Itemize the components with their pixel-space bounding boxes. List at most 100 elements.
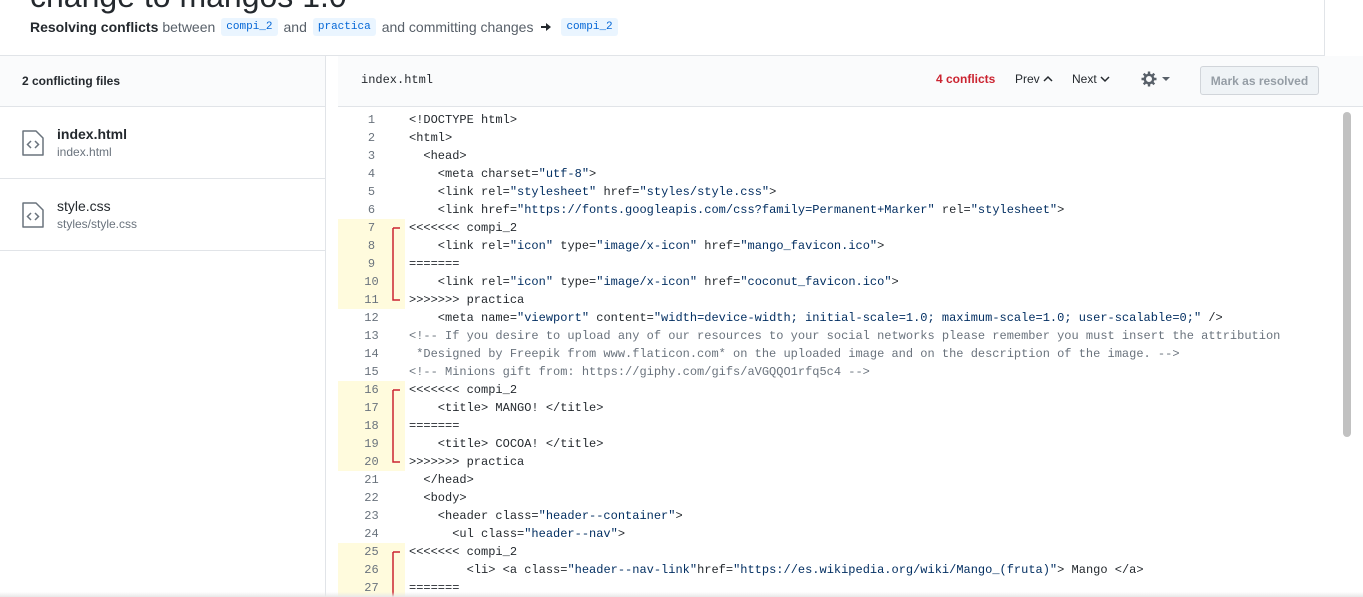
conflict-marker-icon xyxy=(392,255,394,273)
next-conflict-button[interactable]: Next xyxy=(1072,72,1110,86)
file-item-style-css[interactable]: style.css styles/style.css xyxy=(0,179,325,251)
branch-label-head[interactable]: compi_2 xyxy=(221,18,278,36)
code-text: >>>>>>> practica xyxy=(409,455,525,469)
code-line[interactable]: 1 <!DOCTYPE html> xyxy=(338,111,1338,129)
line-number: 14 xyxy=(364,347,379,361)
file-name: style.css xyxy=(57,197,111,214)
page-title: change to mangos 1.0 xyxy=(30,0,347,15)
conflict-marker-icon xyxy=(392,237,394,255)
code-line[interactable]: 3 <head> xyxy=(338,147,1338,165)
conflict-code-line[interactable]: 9 ======= xyxy=(338,255,1338,273)
file-item-index-html[interactable]: index.html index.html xyxy=(0,107,325,179)
mark-as-resolved-button[interactable]: Mark as resolved xyxy=(1200,66,1319,95)
conflict-code-line[interactable]: 20 >>>>>>> practica xyxy=(338,453,1338,471)
code-text: *Designed by Freepik from www.flaticon.c… xyxy=(409,347,1180,361)
line-number: 13 xyxy=(364,329,379,343)
code-text: <html> xyxy=(409,131,453,145)
code-line[interactable]: 23 <header class="header--container"> xyxy=(338,507,1338,525)
code-text: <link rel="icon" type="image/x-icon" hre… xyxy=(409,239,885,253)
code-text: <!-- If you desire to upload any of our … xyxy=(409,329,1281,343)
code-text: >>>>>>> practica xyxy=(409,293,525,307)
conflict-code-line[interactable]: 10 <link rel="icon" type="image/x-icon" … xyxy=(338,273,1338,291)
code-text: <link rel="stylesheet" href="styles/styl… xyxy=(409,185,777,199)
conflict-code-line[interactable]: 26 <li> <a class="header--nav-link"href=… xyxy=(338,561,1338,579)
code-line[interactable]: 24 <ul class="header--nav"> xyxy=(338,525,1338,543)
code-file-icon xyxy=(22,129,44,156)
file-name: index.html xyxy=(57,125,128,142)
line-number: 5 xyxy=(367,185,376,199)
line-number: 24 xyxy=(364,527,379,541)
code-line[interactable]: 4 <meta charset="utf-8"> xyxy=(338,165,1338,183)
line-number: 12 xyxy=(364,311,379,325)
code-text: <<<<<<< compi_2 xyxy=(409,545,518,559)
line-number: 21 xyxy=(364,473,379,487)
conflict-marker-icon xyxy=(392,551,400,561)
header-divider-vertical xyxy=(1324,0,1325,56)
code-text: <!DOCTYPE html> xyxy=(409,113,518,127)
conflict-code-line[interactable]: 25 <<<<<<< compi_2 xyxy=(338,543,1338,561)
editor-filename: index.html xyxy=(361,73,434,87)
conflict-code-line[interactable]: 8 <link rel="icon" type="image/x-icon" h… xyxy=(338,237,1338,255)
line-number: 1 xyxy=(367,113,376,127)
code-text: <title> COCOA! </title> xyxy=(409,437,604,451)
code-text: <link href="https://fonts.googleapis.com… xyxy=(409,203,1065,217)
line-number: 22 xyxy=(364,491,379,505)
code-text: <head> xyxy=(409,149,467,163)
branch-label-base[interactable]: practica xyxy=(312,18,376,36)
bottom-edge xyxy=(0,592,1363,597)
code-text: ======= xyxy=(409,419,460,433)
code-line[interactable]: 14 *Designed by Freepik from www.flatico… xyxy=(338,345,1338,363)
conflict-subheading: Resolving conflicts between compi_2 and … xyxy=(30,16,624,38)
line-number: 23 xyxy=(364,509,379,523)
conflict-marker-icon xyxy=(392,399,394,417)
code-text: <li> <a class="header--nav-link"href="ht… xyxy=(409,563,1144,577)
conflict-code-line[interactable]: 19 <title> COCOA! </title> xyxy=(338,435,1338,453)
code-line[interactable]: 2 <html> xyxy=(338,129,1338,147)
conflict-marker-icon xyxy=(392,273,394,291)
conflict-marker-icon xyxy=(392,227,400,237)
code-view[interactable]: 1 <!DOCTYPE html> 2 <html> 3 <head> 4 <meta c… xyxy=(338,108,1363,597)
prev-label: Prev xyxy=(1015,72,1040,86)
subhead-bold: Resolving conflicts xyxy=(30,19,159,35)
conflict-code-line[interactable]: 17 <title> MANGO! </title> xyxy=(338,399,1338,417)
line-number: 2 xyxy=(367,131,376,145)
conflict-code-line[interactable]: 18 ======= xyxy=(338,417,1338,435)
conflict-editor: index.html 4 conflicts Prev Next Mark as… xyxy=(338,56,1363,597)
next-label: Next xyxy=(1072,72,1097,86)
subhead-and: and xyxy=(283,19,307,35)
code-text: <<<<<<< compi_2 xyxy=(409,221,518,235)
code-text: <<<<<<< compi_2 xyxy=(409,383,518,397)
code-text: ======= xyxy=(409,257,460,271)
prev-conflict-button[interactable]: Prev xyxy=(1015,72,1053,86)
code-text: <header class="header--container"> xyxy=(409,509,683,523)
line-number: 6 xyxy=(367,203,376,217)
code-text: <body> xyxy=(409,491,467,505)
branch-label-target[interactable]: compi_2 xyxy=(561,18,618,36)
conflict-code-line[interactable]: 7 <<<<<<< compi_2 xyxy=(338,219,1338,237)
code-file-icon xyxy=(22,201,44,228)
code-text: <meta name="viewport" content="width=dev… xyxy=(409,311,1223,325)
code-text: <meta charset="utf-8"> xyxy=(409,167,597,181)
scrollbar-thumb[interactable] xyxy=(1343,112,1351,437)
code-text: <title> MANGO! </title> xyxy=(409,401,604,415)
code-text: </head> xyxy=(409,473,474,487)
editor-toolbar: index.html 4 conflicts Prev Next Mark as… xyxy=(338,56,1363,107)
line-number: 4 xyxy=(367,167,376,181)
code-line[interactable]: 21 </head> xyxy=(338,471,1338,489)
conflict-marker-icon xyxy=(392,417,394,435)
code-line[interactable]: 15 <!-- Minions gift from: https://giphy.… xyxy=(338,363,1338,381)
subhead-between: between xyxy=(162,19,216,35)
file-path: styles/style.css xyxy=(57,216,138,231)
line-number: 3 xyxy=(367,149,376,163)
code-line[interactable]: 12 <meta name="viewport" content="width=… xyxy=(338,309,1338,327)
settings-menu-button[interactable] xyxy=(1141,71,1171,87)
code-text: <!-- Minions gift from: https://giphy.co… xyxy=(409,365,870,379)
file-path: index.html xyxy=(57,144,112,159)
arrow-right-icon xyxy=(541,23,552,31)
code-line[interactable]: 13 <!-- If you desire to upload any of ou… xyxy=(338,327,1338,345)
code-line[interactable]: 5 <link rel="stylesheet" href="styles/st… xyxy=(338,183,1338,201)
conflict-code-line[interactable]: 16 <<<<<<< compi_2 xyxy=(338,381,1338,399)
code-line[interactable]: 22 <body> xyxy=(338,489,1338,507)
conflict-code-line[interactable]: 11 >>>>>>> practica xyxy=(338,291,1338,309)
code-line[interactable]: 6 <link href="https://fonts.googleapis.c… xyxy=(338,201,1338,219)
